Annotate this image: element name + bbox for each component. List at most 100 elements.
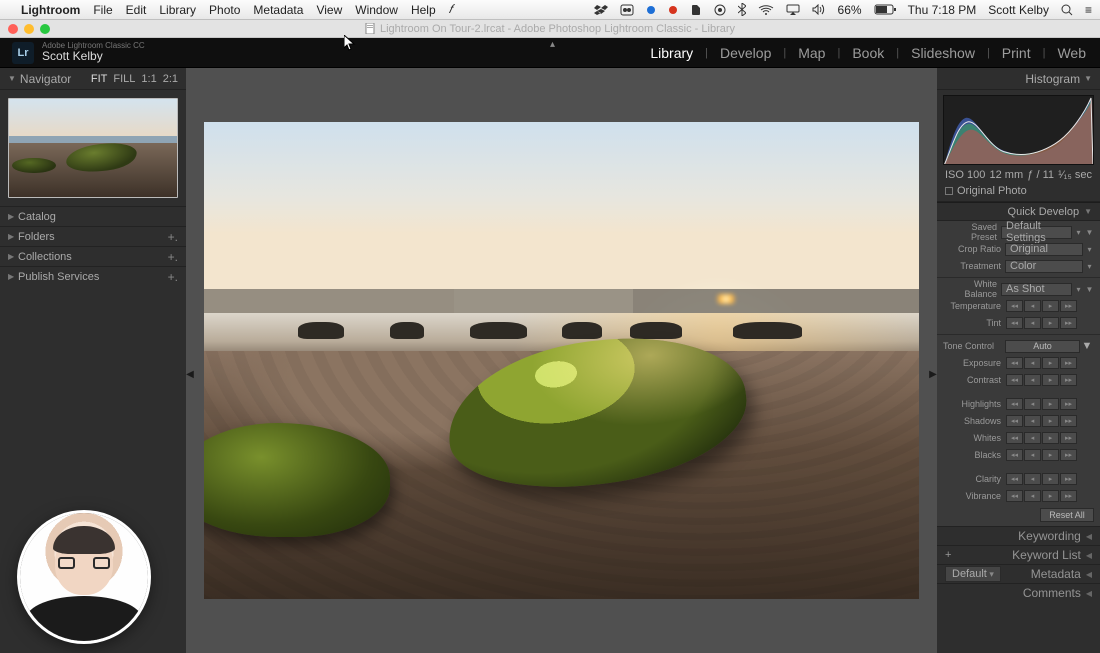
panel-collections[interactable]: ▶ Collections +. [0, 246, 186, 266]
status-dot-red-icon[interactable] [668, 5, 678, 15]
stepper-big-plus[interactable]: ▸▸ [1060, 415, 1077, 427]
treatment-dropdown[interactable]: Color [1005, 260, 1083, 273]
stepper-big-minus[interactable]: ◂◂ [1006, 473, 1023, 485]
airplay-icon[interactable] [786, 4, 800, 15]
add-collection-button[interactable]: +. [168, 250, 178, 264]
identity-plate[interactable]: Adobe Lightroom Classic CC Scott Kelby [42, 42, 145, 63]
stepper-plus[interactable]: ▸ [1042, 449, 1059, 461]
mac-user[interactable]: Scott Kelby [988, 3, 1049, 17]
menu-extra-icon[interactable]: ≡ [1085, 3, 1092, 17]
histogram-header[interactable]: Histogram ▼ [937, 68, 1100, 90]
panel-expand-icon[interactable]: ▼ [1085, 285, 1094, 294]
app-extra-icon[interactable]: 𝑓 [449, 2, 453, 17]
window-zoom-button[interactable] [40, 24, 50, 34]
mac-app-name[interactable]: Lightroom [21, 3, 80, 17]
panel-catalog[interactable]: ▶ Catalog [0, 206, 186, 226]
stepper-big-minus[interactable]: ◂◂ [1006, 449, 1023, 461]
bluetooth-icon[interactable] [738, 3, 746, 16]
stepper-big-plus[interactable]: ▸▸ [1060, 449, 1077, 461]
module-print[interactable]: Print [1000, 45, 1033, 61]
window-minimize-button[interactable] [24, 24, 34, 34]
stepper-minus[interactable]: ◂ [1024, 357, 1041, 369]
dropdown-icon[interactable]: ▾ [1074, 285, 1083, 294]
volume-icon[interactable] [812, 4, 826, 15]
mac-menu-metadata[interactable]: Metadata [253, 3, 303, 17]
stepper-big-minus[interactable]: ◂◂ [1006, 357, 1023, 369]
wifi-icon[interactable] [758, 4, 774, 15]
stepper-plus[interactable]: ▸ [1042, 374, 1059, 386]
navigator-header[interactable]: ▼ Navigator FIT FILL 1:1 2:1 [0, 68, 186, 90]
battery-icon[interactable] [874, 4, 896, 15]
keywording-header[interactable]: Keywording ◀ [937, 526, 1100, 545]
panel-publish[interactable]: ▶ Publish Services +. [0, 266, 186, 286]
module-develop[interactable]: Develop [718, 45, 773, 61]
stepper-minus[interactable]: ◂ [1024, 317, 1041, 329]
add-publish-button[interactable]: +. [168, 270, 178, 284]
panel-expand-icon[interactable]: ▼ [1085, 228, 1094, 237]
mac-menu-library[interactable]: Library [159, 3, 196, 17]
dropdown-icon[interactable]: ▾ [1074, 228, 1083, 237]
module-library[interactable]: Library [648, 45, 695, 61]
loupe-view[interactable]: ◀ ▶ [186, 68, 937, 653]
right-panel-toggle[interactable]: ▶ [929, 361, 937, 389]
stepper-big-plus[interactable]: ▸▸ [1060, 317, 1077, 329]
add-keyword-button[interactable]: + [945, 549, 951, 561]
stepper-big-plus[interactable]: ▸▸ [1060, 490, 1077, 502]
stepper-big-minus[interactable]: ◂◂ [1006, 374, 1023, 386]
stepper-minus[interactable]: ◂ [1024, 490, 1041, 502]
stepper-minus[interactable]: ◂ [1024, 300, 1041, 312]
stepper-plus[interactable]: ▸ [1042, 317, 1059, 329]
stepper-plus[interactable]: ▸ [1042, 300, 1059, 312]
mac-menu-photo[interactable]: Photo [209, 3, 240, 17]
stepper-minus[interactable]: ◂ [1024, 432, 1041, 444]
stepper-big-plus[interactable]: ▸▸ [1060, 374, 1077, 386]
stepper-big-plus[interactable]: ▸▸ [1060, 398, 1077, 410]
module-book[interactable]: Book [850, 45, 886, 61]
original-photo-checkbox[interactable]: Original Photo [937, 183, 1100, 202]
zoom-fill[interactable]: FILL [113, 73, 135, 85]
battery-percent[interactable]: 66% [838, 3, 862, 17]
zoom-2to1[interactable]: 2:1 [163, 73, 178, 85]
stepper-minus[interactable]: ◂ [1024, 473, 1041, 485]
stepper-big-minus[interactable]: ◂◂ [1006, 415, 1023, 427]
metadata-preset-dropdown[interactable]: Default ▾ [945, 566, 1001, 582]
stepper-big-minus[interactable]: ◂◂ [1006, 490, 1023, 502]
histogram-graph[interactable] [943, 95, 1094, 165]
crop-ratio-dropdown[interactable]: Original [1005, 243, 1083, 256]
recording-icon[interactable] [714, 4, 726, 16]
metadata-header[interactable]: Default ▾ Metadata ◀ [937, 564, 1100, 583]
auto-tone-button[interactable]: Auto [1005, 340, 1080, 353]
stepper-big-minus[interactable]: ◂◂ [1006, 398, 1023, 410]
stepper-plus[interactable]: ▸ [1042, 432, 1059, 444]
mac-menu-edit[interactable]: Edit [126, 3, 147, 17]
status-dot-blue-icon[interactable] [646, 5, 656, 15]
stepper-minus[interactable]: ◂ [1024, 374, 1041, 386]
dropdown-icon[interactable]: ▾ [1085, 245, 1094, 254]
navigator-thumbnail[interactable] [8, 98, 178, 198]
mac-menu-window[interactable]: Window [355, 3, 398, 17]
dropbox-icon[interactable] [594, 4, 608, 16]
mac-menu-file[interactable]: File [93, 3, 112, 17]
add-folder-button[interactable]: +. [168, 230, 178, 244]
window-close-button[interactable] [8, 24, 18, 34]
zoom-1to1[interactable]: 1:1 [141, 73, 156, 85]
saved-preset-dropdown[interactable]: Default Settings [1001, 226, 1072, 239]
stepper-plus[interactable]: ▸ [1042, 473, 1059, 485]
stepper-big-minus[interactable]: ◂◂ [1006, 300, 1023, 312]
stepper-big-plus[interactable]: ▸▸ [1060, 432, 1077, 444]
stepper-plus[interactable]: ▸ [1042, 415, 1059, 427]
module-web[interactable]: Web [1055, 45, 1088, 61]
stepper-plus[interactable]: ▸ [1042, 357, 1059, 369]
stepper-big-plus[interactable]: ▸▸ [1060, 300, 1077, 312]
stepper-big-plus[interactable]: ▸▸ [1060, 473, 1077, 485]
stepper-plus[interactable]: ▸ [1042, 490, 1059, 502]
stepper-big-minus[interactable]: ◂◂ [1006, 317, 1023, 329]
left-panel-toggle[interactable]: ◀ [186, 361, 194, 389]
module-map[interactable]: Map [796, 45, 827, 61]
keyword-list-header[interactable]: + Keyword List ◀ [937, 545, 1100, 564]
stepper-big-minus[interactable]: ◂◂ [1006, 432, 1023, 444]
evernote-icon[interactable] [690, 4, 702, 16]
header-collapse-arrow-icon[interactable]: ▴ [550, 39, 555, 50]
dropdown-icon[interactable]: ▾ [1085, 262, 1094, 271]
mac-menu-view[interactable]: View [316, 3, 342, 17]
